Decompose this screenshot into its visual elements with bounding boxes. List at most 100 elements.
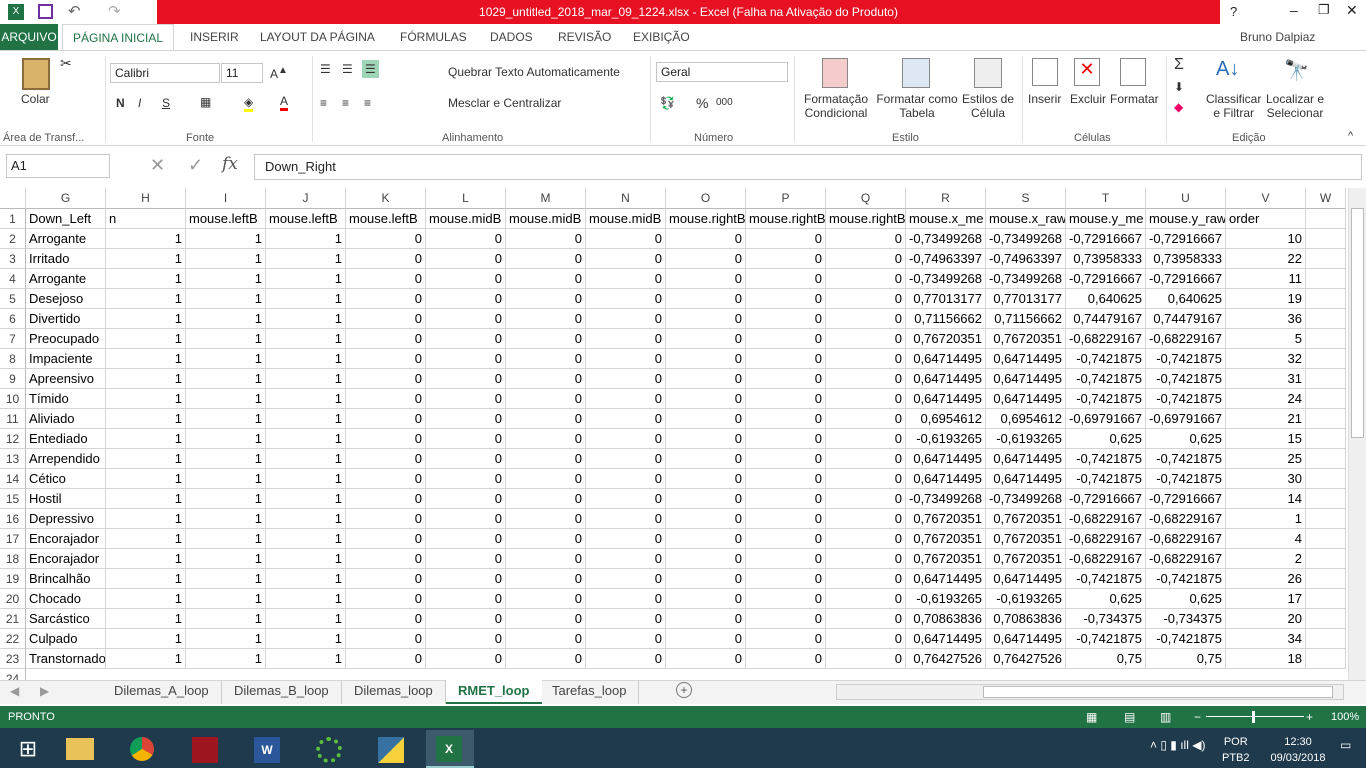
cell[interactable]: 1 (266, 529, 346, 549)
tab-file[interactable]: ARQUIVO (0, 24, 58, 50)
cell[interactable]: 0 (426, 529, 506, 549)
cell[interactable]: 0 (346, 609, 426, 629)
sort-filter-button[interactable]: Classificar e Filtrar (1206, 92, 1261, 120)
cell[interactable]: 0,76720351 (906, 329, 986, 349)
select-all-corner[interactable] (0, 188, 26, 209)
cell[interactable]: 0 (426, 369, 506, 389)
cell[interactable]: -0,7421875 (1146, 449, 1226, 469)
cell[interactable]: 0,70863836 (986, 609, 1066, 629)
cell[interactable] (1306, 349, 1346, 369)
cell[interactable]: 0 (506, 389, 586, 409)
cell[interactable]: 22 (1226, 249, 1306, 269)
cell[interactable]: 0 (586, 549, 666, 569)
cell[interactable]: 0 (426, 629, 506, 649)
cell[interactable]: 0 (426, 329, 506, 349)
cell[interactable]: 0 (346, 229, 426, 249)
cell[interactable]: 25 (1226, 449, 1306, 469)
cell[interactable]: 0 (746, 349, 826, 369)
name-box[interactable]: A1 (6, 154, 110, 178)
cell[interactable]: 0,70863836 (906, 609, 986, 629)
cell[interactable]: -0,69791667 (1066, 409, 1146, 429)
cell[interactable]: 0 (346, 349, 426, 369)
cell[interactable]: 0 (746, 489, 826, 509)
cell[interactable]: 0 (426, 389, 506, 409)
sheet-tab-dilemas-loop[interactable]: Dilemas_loop (342, 680, 446, 704)
cell[interactable]: 0,75 (1066, 649, 1146, 669)
cell[interactable]: 0 (666, 529, 746, 549)
cell[interactable]: 0,76720351 (906, 529, 986, 549)
cell[interactable]: 1 (266, 569, 346, 589)
cell[interactable]: 2 (1226, 549, 1306, 569)
row-header[interactable]: 18 (0, 549, 26, 569)
cell[interactable]: 0 (426, 289, 506, 309)
cell[interactable]: 0 (666, 449, 746, 469)
cell[interactable]: 0 (826, 249, 906, 269)
cell[interactable]: 0,6954612 (906, 409, 986, 429)
cell[interactable]: 0 (506, 569, 586, 589)
sheet-tab-dilemas-b-loop[interactable]: Dilemas_B_loop (222, 680, 342, 704)
cell[interactable]: 0,64714495 (906, 349, 986, 369)
cell[interactable]: 0 (826, 629, 906, 649)
cell[interactable]: 0 (426, 409, 506, 429)
cell[interactable]: 0 (746, 269, 826, 289)
cell[interactable]: 0 (826, 449, 906, 469)
cell[interactable]: Depressivo (26, 509, 106, 529)
cell[interactable]: -0,73499268 (906, 229, 986, 249)
cell[interactable]: 0 (586, 429, 666, 449)
cell[interactable]: 0 (506, 329, 586, 349)
header-cell[interactable]: Down_Left (26, 209, 106, 229)
column-header-S[interactable]: S (986, 188, 1066, 209)
cell[interactable]: -0,69791667 (1146, 409, 1226, 429)
cell[interactable]: 0,625 (1146, 589, 1226, 609)
cell[interactable]: 1 (186, 369, 266, 389)
cell[interactable]: 0 (506, 229, 586, 249)
cell[interactable] (1306, 309, 1346, 329)
cell[interactable]: 24 (1226, 389, 1306, 409)
cell[interactable]: 0 (666, 429, 746, 449)
cell[interactable]: 0 (346, 289, 426, 309)
cell[interactable]: -0,74963397 (906, 249, 986, 269)
cell[interactable]: -0,734375 (1146, 609, 1226, 629)
align-left-icon[interactable]: ≡ (320, 96, 327, 110)
row-header[interactable]: 16 (0, 509, 26, 529)
row-header[interactable]: 7 (0, 329, 26, 349)
cell[interactable]: -0,6193265 (986, 589, 1066, 609)
cell[interactable]: Tímido (26, 389, 106, 409)
cell[interactable]: Preocupado (26, 329, 106, 349)
cell[interactable]: 1 (186, 289, 266, 309)
header-cell[interactable]: n (106, 209, 186, 229)
chrome-icon[interactable] (120, 730, 168, 768)
cell[interactable]: 0 (746, 249, 826, 269)
cell[interactable] (1306, 269, 1346, 289)
cell[interactable]: 0 (426, 309, 506, 329)
zoom-slider[interactable] (1206, 716, 1304, 717)
cell[interactable]: -0,6193265 (906, 589, 986, 609)
cell[interactable]: -0,73499268 (906, 489, 986, 509)
cell[interactable]: Apreensivo (26, 369, 106, 389)
cell[interactable]: 1 (106, 589, 186, 609)
start-icon[interactable]: ⊞ (4, 730, 52, 768)
cell[interactable]: 0 (426, 469, 506, 489)
row-header[interactable]: 9 (0, 369, 26, 389)
cell[interactable]: Arrependido (26, 449, 106, 469)
cell[interactable]: 14 (1226, 489, 1306, 509)
cell[interactable]: 0 (426, 649, 506, 669)
cell[interactable]: Encorajador (26, 549, 106, 569)
mendeley-icon[interactable] (182, 730, 230, 768)
align-bottom-icon[interactable]: ☰ (362, 60, 379, 78)
column-header-Q[interactable]: Q (826, 188, 906, 209)
cell[interactable]: 0 (346, 629, 426, 649)
cell[interactable]: 0 (426, 569, 506, 589)
cell[interactable]: 0 (666, 469, 746, 489)
tray-icons[interactable]: ˄ ▯ ▮ ıll ◀) (1150, 738, 1205, 752)
cell[interactable]: 0 (826, 649, 906, 669)
cell[interactable]: 0,64714495 (986, 569, 1066, 589)
cell[interactable] (1306, 249, 1346, 269)
cell[interactable]: -0,7421875 (1066, 349, 1146, 369)
cell[interactable] (1306, 489, 1346, 509)
cell[interactable] (1306, 529, 1346, 549)
cell[interactable]: Sarcástico (26, 609, 106, 629)
cell[interactable]: 1 (266, 629, 346, 649)
cell[interactable]: 1 (106, 469, 186, 489)
cell[interactable]: 0 (746, 309, 826, 329)
